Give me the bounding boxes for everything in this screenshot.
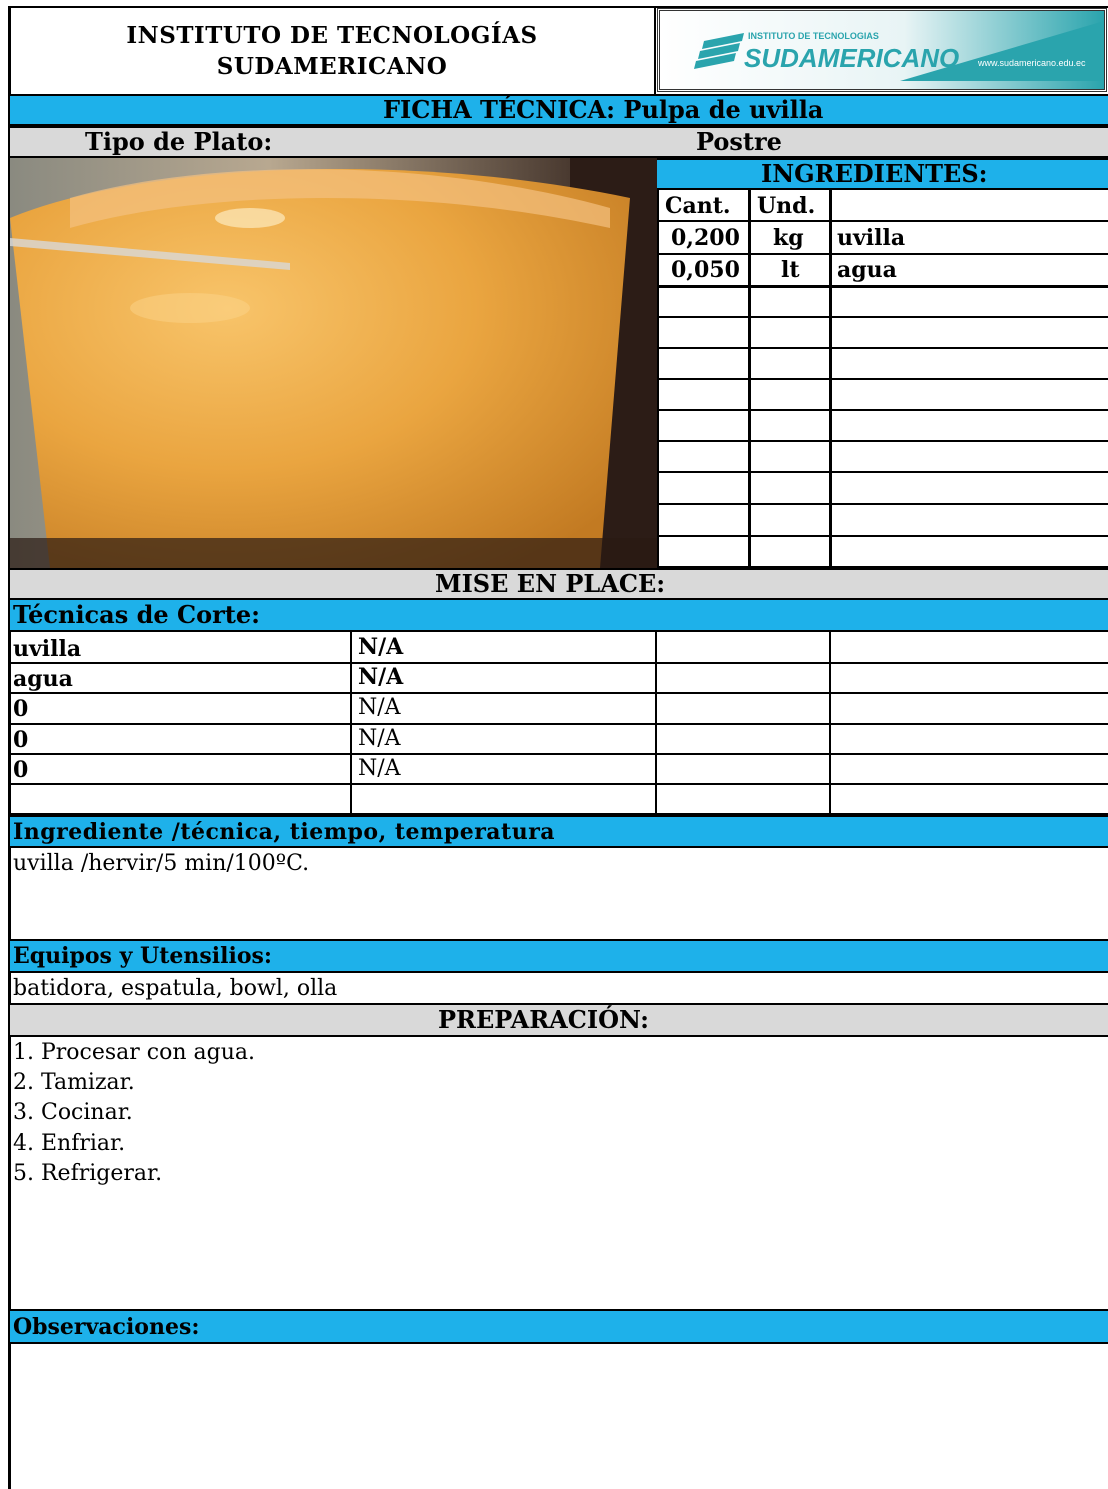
- preparacion-title: PREPARACIÓN:: [438, 1005, 649, 1034]
- plato-band: Tipo de Plato: Postre: [10, 126, 1108, 158]
- mise-technique: N/A: [358, 695, 401, 720]
- ingredient-und: lt: [781, 257, 800, 283]
- ingredient-und: kg: [773, 225, 804, 251]
- mise-title: MISE EN PLACE:: [435, 569, 666, 598]
- mise-technique: N/A: [358, 664, 404, 690]
- equipos-band: Equipos y Utensilios:: [10, 939, 1108, 973]
- logo-url-text: www.sudamericano.edu.ec: [977, 58, 1086, 68]
- preparacion-step: 1. Procesar con agua.: [13, 1040, 256, 1065]
- institute-title: INSTITUTO DE TECNOLOGÍAS SUDAMERICANO: [10, 8, 656, 94]
- preparacion-step: 4. Enfriar.: [13, 1131, 126, 1156]
- mise-ingredient: 0: [13, 727, 29, 753]
- logo-big-text: SUDAMERICANO: [744, 43, 959, 73]
- mise-table: uvilla N/A agua N/A 0 N/A 0 N/A 0 N/A: [10, 632, 1108, 815]
- logo-graphic: INSTITUTO DE TECNOLOGIAS SUDAMERICANO ww…: [660, 11, 1104, 89]
- tecnica-value: uvilla /hervir/5 min/100ºC.: [13, 851, 310, 876]
- mise-ingredient: 0: [13, 696, 29, 722]
- mise-ingredient: 0: [13, 757, 29, 783]
- ficha-title: FICHA TÉCNICA: Pulpa de uvilla: [383, 96, 823, 124]
- plato-label: Tipo de Plato:: [85, 127, 273, 156]
- ingredients-table: Cant. Und. 0,200 kg uvilla 0,050 lt agua: [657, 190, 1108, 568]
- equipos-value: batidora, espatula, bowl, olla: [13, 976, 338, 1001]
- dish-photo-graphic: [10, 158, 657, 568]
- tecnica-label: Ingrediente /técnica, tiempo, temperatur…: [13, 819, 556, 845]
- col-cant-header: Cant.: [665, 193, 731, 219]
- ingredient-cant: 0,050: [671, 257, 740, 283]
- ingredient-cant: 0,200: [671, 225, 740, 251]
- ingredients-title: INGREDIENTES:: [761, 159, 988, 188]
- mise-technique: N/A: [358, 726, 401, 751]
- mise-band: MISE EN PLACE:: [10, 568, 1108, 600]
- preparacion-step: 3. Cocinar.: [13, 1100, 133, 1125]
- ingredients-band: INGREDIENTES:: [657, 158, 1108, 190]
- dish-photo: [10, 158, 657, 568]
- tecnicas-label: Técnicas de Corte:: [13, 600, 260, 629]
- ficha-label: FICHA TÉCNICA:: [383, 95, 616, 124]
- plato-value: Postre: [696, 127, 782, 156]
- ingredient-name: agua: [837, 257, 897, 283]
- observaciones-label: Observaciones:: [13, 1314, 200, 1340]
- ficha-name: Pulpa de uvilla: [623, 95, 824, 124]
- tecnica-band: Ingrediente /técnica, tiempo, temperatur…: [10, 815, 1108, 848]
- institute-line-2: SUDAMERICANO: [216, 53, 448, 80]
- preparacion-step: 2. Tamizar.: [13, 1070, 135, 1095]
- ficha-band: FICHA TÉCNICA: Pulpa de uvilla: [10, 94, 1108, 126]
- institute-line-1: INSTITUTO DE TECNOLOGÍAS: [126, 22, 538, 49]
- mise-ingredient: agua: [13, 666, 73, 692]
- tecnicas-band: Técnicas de Corte:: [10, 600, 1108, 632]
- mise-technique: N/A: [358, 634, 404, 660]
- ingredient-name: uvilla: [837, 225, 906, 251]
- observaciones-band: Observaciones:: [10, 1309, 1108, 1344]
- mise-technique: N/A: [358, 756, 401, 781]
- institute-logo: INSTITUTO DE TECNOLOGIAS SUDAMERICANO ww…: [657, 8, 1107, 92]
- mise-ingredient: uvilla: [13, 636, 82, 662]
- equipos-label: Equipos y Utensilios:: [13, 943, 273, 969]
- preparacion-step: 5. Refrigerar.: [13, 1161, 163, 1186]
- logo-small-text: INSTITUTO DE TECNOLOGIAS: [748, 31, 879, 41]
- preparacion-band: PREPARACIÓN:: [10, 1003, 1108, 1037]
- col-und-header: Und.: [757, 193, 816, 219]
